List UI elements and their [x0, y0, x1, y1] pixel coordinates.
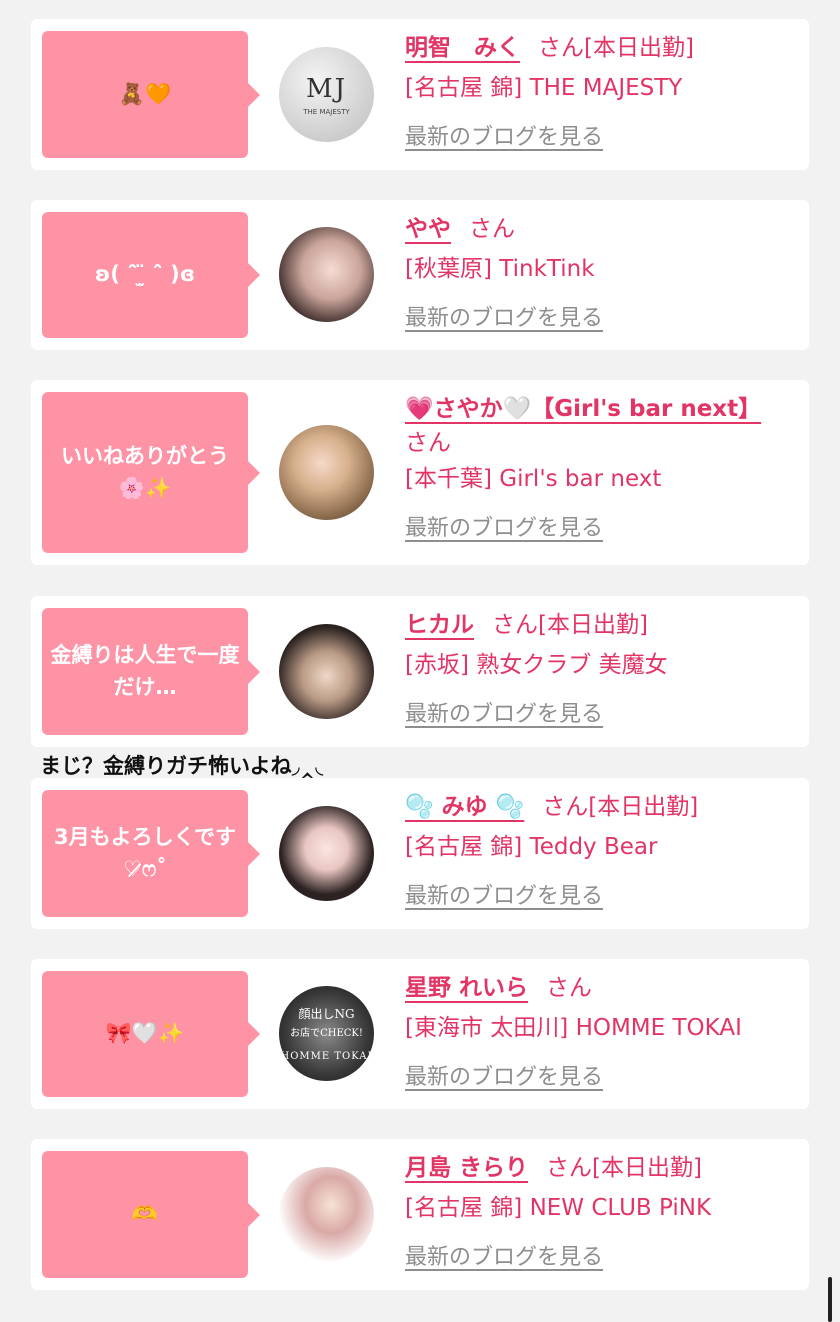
honorific: さん	[405, 430, 451, 456]
blog-link[interactable]: 最新のブログを見る	[405, 300, 603, 332]
message-bubble: 🧸🧡	[42, 31, 260, 158]
shop-label: [東海市 太田川] HOMME TOKAI	[405, 1015, 742, 1041]
bubble-text: 金縛りは人生で一度だけ…	[50, 643, 240, 699]
blog-link[interactable]: 最新のブログを見る	[405, 119, 603, 151]
cast-name-link[interactable]: 🫧 みゆ 🫧	[405, 794, 524, 820]
message-bubble: 金縛りは人生で一度だけ…	[42, 608, 260, 735]
cast-card[interactable]: いいねありがとう🌸✨ 💗さやか🤍【Girl's bar next】 さん [本千…	[31, 380, 809, 565]
shop-label: [名古屋 錦] THE MAJESTY	[405, 75, 683, 101]
message-bubble: 3月もよろしくです♡̷̷̷ෆ˚	[42, 790, 260, 917]
blog-link[interactable]: 最新のブログを見る	[405, 1239, 603, 1271]
avatar[interactable]	[279, 425, 374, 520]
bubble-text: いいねありがとう🌸✨	[61, 444, 229, 500]
status-badge: [本日出勤]	[584, 35, 694, 61]
cast-card[interactable]: 🫶 月島 きらり さん[本日出勤] [名古屋 錦] NEW CLUB PiNK 最…	[31, 1139, 809, 1290]
status-badge: [本日出勤]	[538, 612, 648, 638]
banner-text-top: 顔出しNG	[298, 1007, 355, 1021]
message-bubble: いいねありがとう🌸✨	[42, 392, 260, 553]
shop-label: [赤坂] 熟女クラブ 美魔女	[405, 652, 668, 678]
logo-text: THE MAJESTY	[303, 107, 350, 116]
cast-card[interactable]: 🎀🤍✨ 顔出しNG お店でCHECK! HOMME TOKAI 星野 れいら さん…	[31, 959, 809, 1109]
status-badge: [本日出勤]	[588, 794, 699, 820]
cast-name-link[interactable]: ヒカル	[405, 612, 474, 638]
bubble-text: 🎀🤍✨	[105, 1021, 185, 1046]
blog-link[interactable]: 最新のブログを見る	[405, 696, 603, 728]
blog-link[interactable]: 最新のブログを見る	[405, 510, 603, 542]
shop-label: [秋葉原] TinkTink	[405, 256, 595, 282]
message-bubble: ʚ( ˆ̑ ̫̈ ˆ̑ )ɞ	[42, 212, 260, 338]
blog-link[interactable]: 最新のブログを見る	[405, 878, 603, 910]
shop-label: [本千葉] Girl's bar next	[405, 466, 662, 492]
avatar[interactable]: 顔出しNG お店でCHECK! HOMME TOKAI	[279, 986, 374, 1081]
honorific: さん	[469, 216, 515, 242]
bubble-text: 3月もよろしくです♡̷̷̷ෆ˚	[54, 825, 236, 881]
honorific: さん	[538, 35, 584, 61]
shop-label: [名古屋 錦] Teddy Bear	[405, 834, 658, 860]
avatar[interactable]	[279, 1167, 374, 1262]
honorific: さん	[542, 794, 589, 820]
cast-name-link[interactable]: 月島 きらり	[405, 1155, 528, 1181]
cast-name-link[interactable]: 明智 みく	[405, 35, 520, 61]
blog-link[interactable]: 最新のブログを見る	[405, 1059, 603, 1091]
banner-text-bottom: HOMME TOKAI	[280, 1051, 373, 1062]
cast-name-link[interactable]: やや	[405, 216, 451, 242]
status-badge: [本日出勤]	[592, 1155, 702, 1181]
logo-mark: MJ	[305, 73, 348, 104]
honorific: さん	[546, 1155, 593, 1181]
shop-label: [名古屋 錦] NEW CLUB PiNK	[405, 1195, 712, 1221]
bubble-text: 🧸🧡	[118, 81, 172, 106]
cast-card[interactable]: 🧸🧡 MJ THE MAJESTY 明智 みく さん[本日出勤] [名古屋 錦] …	[31, 19, 809, 170]
cast-card[interactable]: 3月もよろしくです♡̷̷̷ෆ˚ 🫧 みゆ 🫧 さん[本日出勤] [名古屋 錦] T…	[31, 778, 809, 929]
message-bubble: 🫶	[42, 1151, 260, 1278]
cast-name-link[interactable]: 星野 れいら	[405, 975, 528, 1001]
avatar[interactable]: MJ THE MAJESTY	[279, 47, 374, 142]
overlay-comment: まじ？金縛りガチ怖いよね◞‸◟	[40, 754, 324, 778]
cast-name-link[interactable]: 💗さやか🤍【Girl's bar next】	[405, 396, 761, 422]
bubble-text: 🫶	[131, 1201, 159, 1226]
honorific: さん	[492, 612, 538, 638]
avatar[interactable]	[279, 227, 374, 322]
avatar[interactable]	[279, 624, 374, 719]
banner-text-mid: お店でCHECK!	[290, 1028, 363, 1039]
scrollbar-thumb[interactable]	[828, 1277, 832, 1322]
cast-card[interactable]: 金縛りは人生で一度だけ… ヒカル さん[本日出勤] [赤坂] 熟女クラブ 美魔女 …	[31, 596, 809, 747]
avatar[interactable]	[279, 806, 374, 901]
honorific: さん	[546, 975, 593, 1001]
message-bubble: 🎀🤍✨	[42, 971, 260, 1097]
bubble-text: ʚ( ˆ̑ ̫̈ ˆ̑ )ɞ	[94, 262, 196, 287]
cast-card[interactable]: ʚ( ˆ̑ ̫̈ ˆ̑ )ɞ やや さん [秋葉原] TinkTink 最新のブロ…	[31, 200, 809, 350]
